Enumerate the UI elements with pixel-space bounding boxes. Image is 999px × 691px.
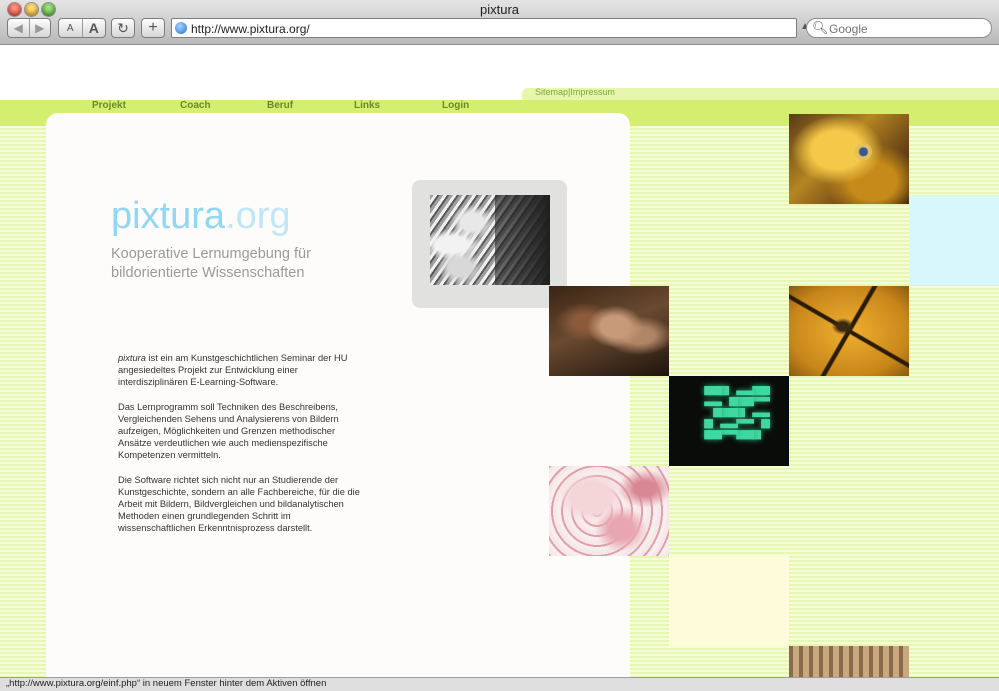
menu-item-beruf[interactable]: Beruf: [267, 100, 293, 111]
menu-item-login[interactable]: Login: [442, 100, 469, 111]
sitemap-link[interactable]: Sitemap: [535, 87, 568, 97]
back-forward-buttons: ◀ ▶: [7, 18, 51, 38]
text-smaller-button[interactable]: A: [59, 19, 83, 37]
intro-paragraph-3: Die Software richtet sich nicht nur an S…: [118, 474, 360, 534]
tagline: Kooperative Lernumgebung für bildorienti…: [111, 246, 311, 281]
globe-icon: [175, 22, 187, 34]
cyan-tile: [909, 195, 999, 285]
text-bigger-button[interactable]: A: [83, 19, 106, 37]
status-text: „http://www.pixtura.org/einf.php“ in neu…: [6, 678, 327, 689]
search-icon[interactable]: 🔍︎: [812, 20, 829, 36]
window-title: pixtura: [479, 2, 520, 17]
reload-icon[interactable]: ↻: [111, 18, 135, 38]
status-bar: „http://www.pixtura.org/einf.php“ in neu…: [0, 677, 999, 691]
amber-network-image[interactable]: [789, 286, 909, 376]
address-text[interactable]: http://www.pixtura.org/: [191, 22, 310, 36]
intro-paragraph-2: Das Lernprogramm soll Techniken des Besc…: [118, 401, 339, 461]
pixtura-logo: pixtura.org: [111, 195, 291, 238]
text-size-buttons: A A: [58, 18, 106, 38]
intro-paragraph-1: pixtura ist ein am Kunstgeschichtlichen …: [118, 352, 368, 389]
marbled-pattern-image[interactable]: [549, 466, 669, 556]
golden-sculpture-image[interactable]: [789, 114, 909, 204]
gothic-arch-image[interactable]: [789, 646, 909, 677]
dead-christ-painting-image[interactable]: [549, 286, 669, 376]
back-arrow-icon[interactable]: ◀: [8, 19, 30, 37]
add-bookmark-icon[interactable]: +: [141, 18, 165, 38]
menu-item-projekt[interactable]: Projekt: [92, 100, 126, 111]
menu-item-links[interactable]: Links: [354, 100, 380, 111]
browser-toolbar: pixtura ◀ ▶ A A ↻ + http://www.pixtura.o…: [0, 0, 999, 45]
top-links: Sitemap|Impressum: [535, 87, 615, 97]
cream-tile: [669, 556, 789, 646]
forward-arrow-icon[interactable]: ▶: [30, 19, 51, 37]
web-page: Sitemap|Impressum Projekt Coach Beruf Li…: [0, 45, 999, 677]
code-glyphs: █▌▐▀▄ ▐█▄▌█ ▄▀█▐▌ █▐▀▄█: [704, 386, 770, 442]
menu-item-coach[interactable]: Coach: [180, 100, 211, 111]
logo-main: pixtura: [111, 195, 226, 237]
logo-suffix: .org: [225, 195, 291, 237]
digital-code-image[interactable]: █▌▐▀▄ ▐█▄▌█ ▄▀█▐▌ █▐▀▄█: [669, 376, 789, 466]
intro-text: pixtura ist ein am Kunstgeschichtlichen …: [118, 352, 368, 547]
search-input[interactable]: [829, 20, 984, 38]
impressum-link[interactable]: Impressum: [570, 87, 615, 97]
intro-paragraph-1-text: ist ein am Kunstgeschichtlichen Seminar …: [118, 353, 348, 388]
search-field[interactable]: 🔍︎: [806, 18, 992, 38]
flames-engraving-image[interactable]: [430, 195, 550, 285]
intro-emphasis: pixtura: [118, 353, 146, 363]
address-bar[interactable]: http://www.pixtura.org/ ▲: [171, 18, 810, 38]
